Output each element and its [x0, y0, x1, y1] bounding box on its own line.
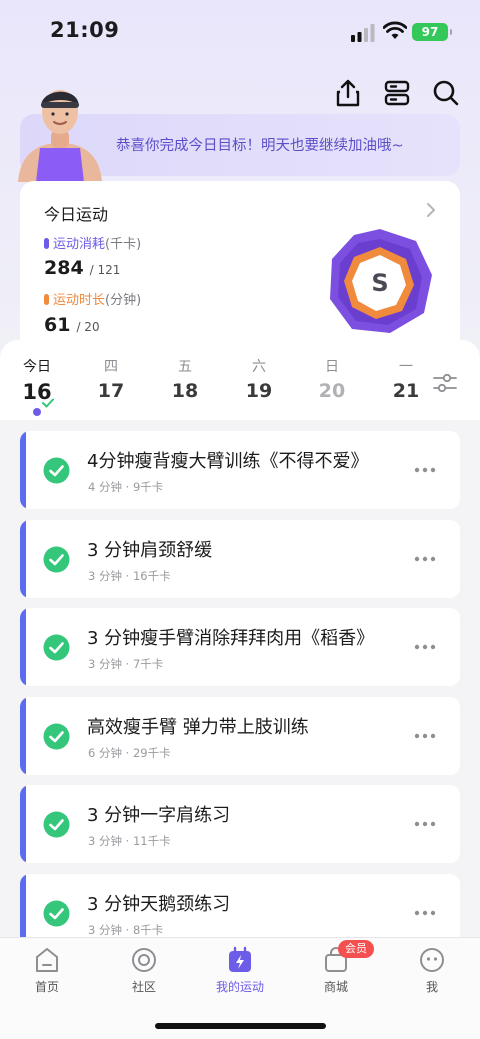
task-card[interactable]: 高效瘦手臂 弹力带上肢训练 6 分钟 · 29千卡	[20, 696, 460, 775]
day-number: 21	[392, 380, 420, 402]
completed-check-icon	[43, 546, 70, 572]
task-meta: 3 分钟 · 7千卡	[88, 657, 164, 671]
more-options-icon[interactable]	[413, 725, 437, 747]
today-complete-check-icon	[42, 398, 54, 408]
status-bar: 21:09 97	[0, 0, 480, 64]
tab-home[interactable]: 首页	[12, 946, 82, 995]
day-name: 日	[325, 359, 339, 375]
avatar-character-illustration	[18, 90, 102, 182]
task-title: 4分钟瘦背瘦大臂训练《不得不爱》	[87, 451, 369, 472]
today-indicator-dot	[33, 408, 41, 416]
share-icon[interactable]	[333, 78, 363, 108]
tab-label: 我	[425, 980, 438, 994]
task-accent-bar	[20, 608, 26, 686]
profile-icon	[420, 948, 444, 972]
task-title: 3 分钟肩颈舒缓	[87, 539, 213, 561]
task-meta: 3 分钟 · 8千卡	[88, 922, 164, 937]
task-accent-bar	[20, 431, 26, 509]
task-title: 3 分钟天鹅颈练习	[87, 893, 231, 915]
duration-value-row: 61 / 20	[44, 314, 100, 336]
completed-check-icon	[43, 900, 70, 926]
task-card[interactable]: 3 分钟肩颈舒缓 3 分钟 · 16千卡	[20, 519, 460, 598]
more-options-icon[interactable]	[413, 902, 437, 924]
shop-vip-badge: 会员	[338, 940, 374, 958]
duration-label-text: 运动时长	[53, 293, 106, 308]
tab-label: 首页	[34, 980, 59, 994]
day-thursday[interactable]: 四 17	[91, 356, 131, 402]
task-card[interactable]: 3 分钟一字肩练习 3 分钟 · 11千卡	[20, 785, 460, 863]
battery-indicator: 97	[412, 23, 452, 41]
calories-dot	[44, 238, 49, 249]
my-sports-icon	[229, 946, 251, 972]
day-name: 一	[399, 359, 413, 375]
week-selector: 今日 16 四 17 五 18 六 19 日 20 一 21	[0, 340, 480, 420]
search-icon[interactable]	[431, 78, 461, 108]
congrats-message: 恭喜你完成今日目标！明天也要继续加油哦~	[116, 138, 404, 154]
task-title: 高效瘦手臂 弹力带上肢训练	[87, 716, 309, 738]
chevron-right-icon[interactable]	[424, 201, 438, 219]
community-icon	[132, 948, 156, 972]
duration-dot	[44, 294, 49, 305]
completed-check-icon	[43, 634, 70, 661]
filter-settings-icon[interactable]	[432, 370, 458, 396]
duration-value: 61	[44, 314, 71, 336]
calories-goal: / 121	[89, 263, 121, 277]
day-number: 20	[318, 380, 346, 402]
wifi-icon	[383, 21, 407, 39]
duration-unit: (分钟)	[105, 293, 142, 308]
home-indicator	[155, 1023, 326, 1029]
more-options-icon[interactable]	[413, 636, 437, 658]
tab-label: 社区	[131, 980, 156, 994]
duration-goal: / 20	[76, 320, 100, 334]
calories-value-row: 284 / 121	[44, 257, 120, 279]
task-meta: 3 分钟 · 16千卡	[88, 568, 171, 583]
day-saturday[interactable]: 六 19	[239, 356, 279, 402]
day-sunday[interactable]: 日 20	[312, 356, 352, 402]
more-options-icon[interactable]	[413, 813, 437, 835]
day-friday[interactable]: 五 18	[165, 356, 205, 402]
cellular-signal-icon	[351, 24, 375, 42]
more-options-icon[interactable]	[413, 548, 437, 570]
task-accent-bar	[20, 785, 26, 863]
badge-letter: S	[371, 269, 388, 297]
data-panel-icon[interactable]	[382, 78, 412, 108]
duration-label: 运动时长(分钟)	[44, 289, 141, 308]
task-card[interactable]: 3 分钟瘦手臂消除拜拜肉用《稻香》 3 分钟 · 7千卡	[20, 608, 460, 686]
tab-label: 我的运动	[215, 980, 264, 994]
achievement-badge-icon: S	[330, 229, 432, 333]
day-name: 四	[104, 359, 118, 375]
calories-label-text: 运动消耗	[53, 237, 106, 252]
day-name: 六	[252, 359, 266, 375]
more-options-icon[interactable]	[413, 459, 437, 481]
task-title: 3 分钟一字肩练习	[87, 805, 231, 826]
tab-profile[interactable]: 我	[397, 946, 467, 995]
calories-label: 运动消耗(千卡)	[44, 233, 141, 252]
calories-unit: (千卡)	[105, 237, 142, 252]
day-name: 今日	[23, 359, 51, 375]
task-meta: 6 分钟 · 29千卡	[88, 745, 171, 760]
tab-my-sports[interactable]: 我的运动	[205, 946, 275, 995]
task-accent-bar	[20, 519, 26, 598]
home-icon	[36, 948, 58, 972]
day-number: 18	[171, 380, 199, 402]
day-monday[interactable]: 一 21	[386, 356, 426, 402]
completed-check-icon	[43, 811, 70, 838]
day-number: 17	[97, 380, 125, 402]
task-accent-bar	[20, 696, 26, 775]
calories-value: 284	[44, 257, 84, 279]
day-number: 19	[245, 380, 273, 402]
task-meta: 4 分钟 · 9千卡	[88, 480, 164, 494]
completed-check-icon	[43, 723, 70, 749]
tab-community[interactable]: 社区	[109, 946, 179, 995]
day-today[interactable]: 今日 16	[17, 356, 57, 404]
completed-check-icon	[43, 457, 70, 484]
task-meta: 3 分钟 · 11千卡	[88, 834, 171, 848]
day-name: 五	[178, 359, 192, 375]
task-title: 3 分钟瘦手臂消除拜拜肉用《稻香》	[87, 628, 375, 649]
status-time: 21:09	[50, 18, 120, 42]
task-card[interactable]: 4分钟瘦背瘦大臂训练《不得不爱》 4 分钟 · 9千卡	[20, 431, 460, 509]
tab-label: 商城	[323, 980, 348, 994]
today-sports-title: 今日运动	[44, 205, 109, 224]
